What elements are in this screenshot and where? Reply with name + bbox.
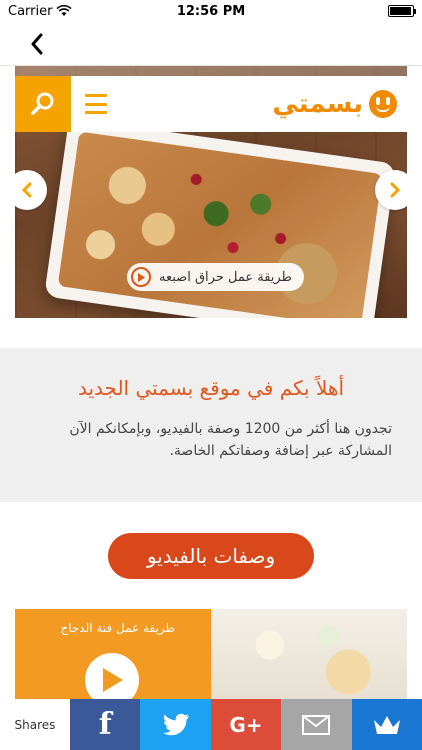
twitter-icon [162, 713, 189, 735]
google-plus-icon: G+ [229, 712, 263, 737]
crown-icon [373, 715, 400, 734]
twitter-share-button[interactable] [140, 699, 211, 750]
hero-caption[interactable]: طريقة عمل حراق اصبعه [127, 263, 304, 291]
slider-next-button[interactable] [375, 170, 407, 210]
status-bar: Carrier 12:56 PM [0, 0, 422, 22]
search-icon [31, 92, 54, 115]
site-logo[interactable]: بسمتي [272, 89, 397, 119]
chevron-left-icon [21, 182, 32, 198]
logo-smiley-icon [369, 90, 397, 118]
chevron-left-icon [31, 33, 43, 54]
recipe-cards: طريقة عمل فتة الدجاج [15, 609, 407, 699]
clock: 12:56 PM [176, 3, 246, 19]
facebook-icon: f [98, 707, 112, 742]
search-button[interactable] [15, 76, 71, 132]
recipe-card-video[interactable]: طريقة عمل فتة الدجاج [15, 609, 211, 699]
welcome-section: أهلاً بكم في موقع بسمتي الجديد تجدون هنا… [0, 348, 422, 502]
play-icon [85, 653, 139, 699]
hero-caption-text: طريقة عمل حراق اصبعه [159, 269, 292, 285]
recipe-card-title: طريقة عمل فتة الدجاج [60, 621, 175, 635]
chevron-right-icon [390, 182, 401, 198]
more-share-button[interactable] [351, 699, 422, 750]
email-icon [302, 714, 331, 735]
facebook-share-button[interactable]: f [70, 699, 141, 750]
recipe-card-image[interactable] [211, 609, 407, 699]
navigation-bar [0, 22, 422, 66]
logo-text: بسمتي [272, 89, 363, 119]
hamburger-menu-icon[interactable] [85, 94, 107, 114]
battery-level [390, 7, 411, 15]
welcome-title: أهلاً بكم في موقع بسمتي الجديد [77, 376, 345, 400]
play-icon [131, 267, 151, 287]
google-plus-share-button[interactable]: G+ [210, 699, 282, 750]
battery-icon [388, 5, 416, 17]
hero-top-strip [15, 66, 407, 76]
hero-slider[interactable]: بسمتي طريقة عمل حراق اصبعه [15, 66, 407, 318]
back-button[interactable] [22, 29, 52, 59]
welcome-body: تجدون هنا أكثر من 1200 وصفة بالفيديو، وب… [69, 421, 392, 459]
share-bar: Shares f G+ [0, 699, 422, 750]
slider-prev-button[interactable] [15, 170, 47, 210]
site-header: بسمتي [15, 76, 407, 132]
video-recipes-button[interactable]: وصفات بالفيديو [108, 533, 314, 579]
email-share-button[interactable] [281, 699, 352, 750]
shares-label: Shares [0, 699, 70, 750]
